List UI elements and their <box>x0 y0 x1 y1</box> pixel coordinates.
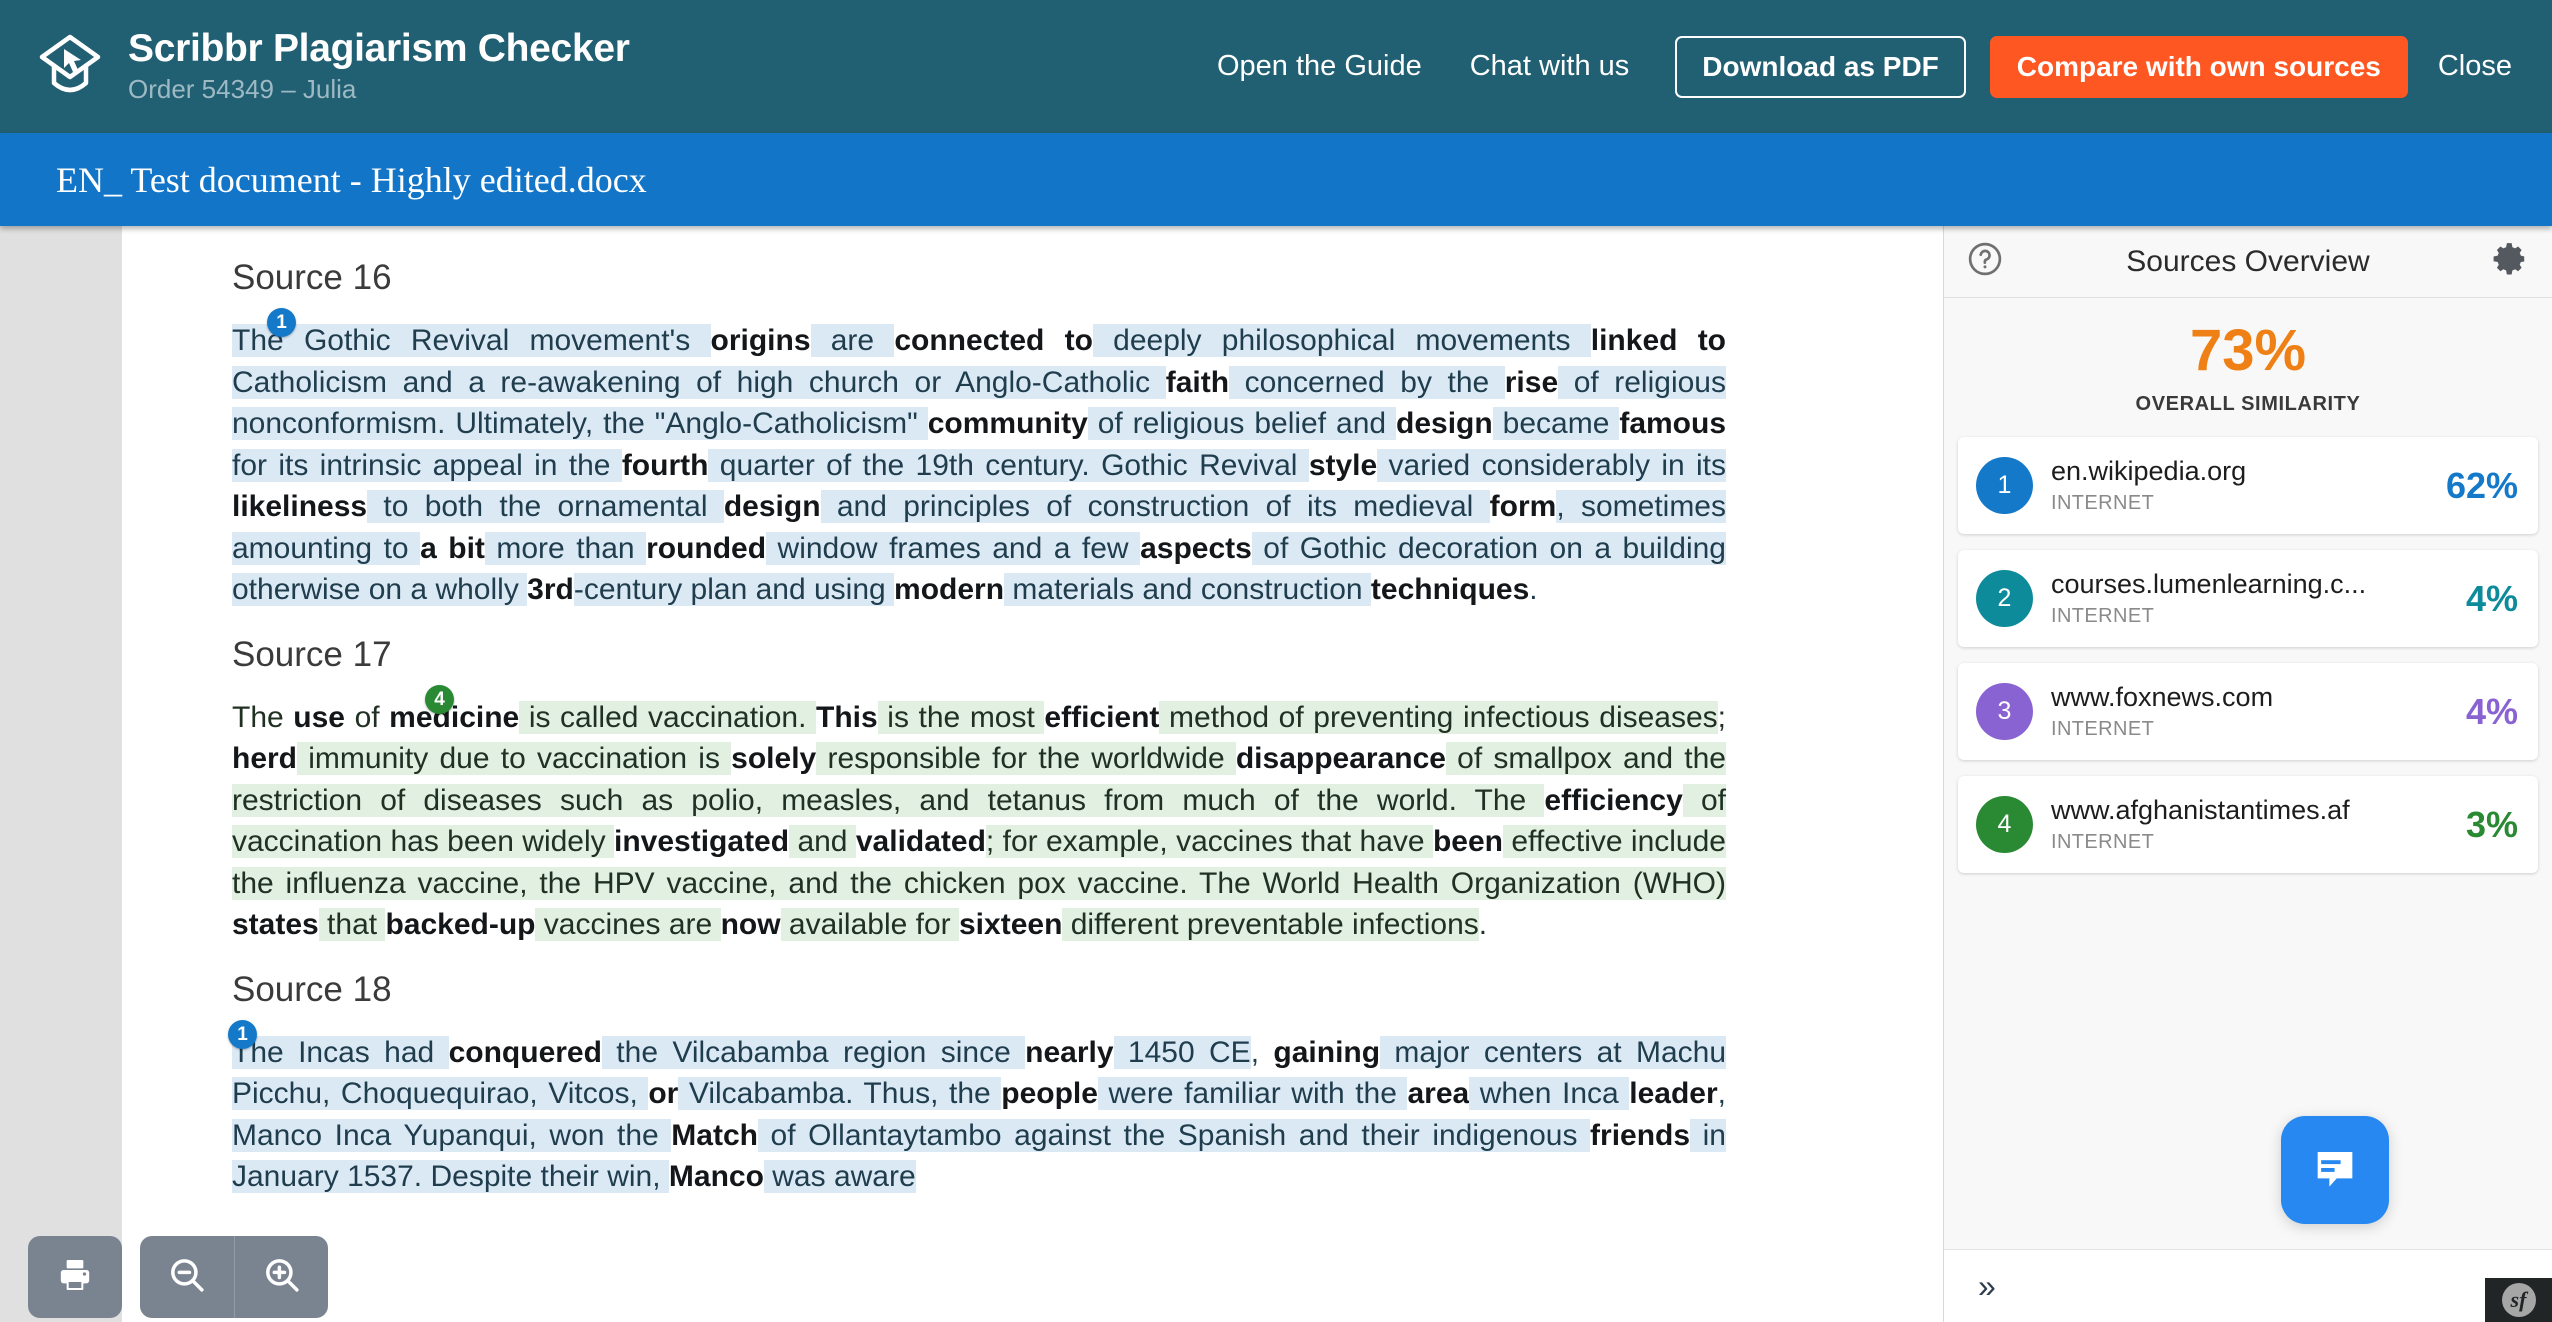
source-index-badge: 2 <box>1976 570 2033 627</box>
document-filename: EN_ Test document - Highly edited.docx <box>56 159 647 200</box>
source-heading-18: Source 18 <box>232 969 392 1009</box>
source-type: INTERNET <box>2051 492 2155 515</box>
overall-similarity: 73% OVERALL SIMILARITY <box>1944 298 2552 426</box>
overall-similarity-label: OVERALL SIMILARITY <box>2135 393 2361 415</box>
chat-with-us-link[interactable]: Chat with us <box>1446 50 1654 83</box>
source-info: www.foxnews.com INTERNET <box>2051 682 2456 741</box>
source-index-badge: 1 <box>1976 457 2033 514</box>
sidebar-title: Sources Overview <box>2126 244 2370 278</box>
source-index-badge: 4 <box>1976 796 2033 853</box>
source-percent: 4% <box>2465 690 2518 732</box>
sources-sidebar: Sources Overview 73% OVERALL SIMILARITY … <box>1943 226 2552 1322</box>
symfony-debug-badge[interactable]: sf <box>2485 1278 2552 1322</box>
source-heading-16: Source 16 <box>232 258 392 297</box>
header-nav: Open the Guide Chat with us Download as … <box>1193 35 2552 98</box>
source-list-item[interactable]: 4 www.afghanistantimes.af INTERNET 3% <box>1958 776 2538 873</box>
symfony-logo-icon: sf <box>2501 1283 2536 1317</box>
zoom-controls <box>140 1236 328 1318</box>
zoom-in-button[interactable] <box>234 1236 328 1318</box>
source-percent: 62% <box>2445 464 2518 506</box>
compare-own-sources-button[interactable]: Compare with own sources <box>1989 35 2408 98</box>
app-title: Scribbr Plagiarism Checker <box>128 27 630 71</box>
sources-list: 1 en.wikipedia.org INTERNET 62% 2 course… <box>1944 426 2552 873</box>
document-left-gutter <box>0 226 122 1322</box>
sidebar-header: Sources Overview <box>1944 226 2552 298</box>
source-url: en.wikipedia.org <box>2051 455 2247 486</box>
app-header: Scribbr Plagiarism Checker Order 54349 –… <box>0 0 2552 133</box>
zoom-in-icon <box>261 1254 303 1301</box>
overall-similarity-value: 73% <box>2189 318 2307 383</box>
source-heading-17: Source 17 <box>232 634 392 674</box>
expand-sidebar-button[interactable]: » <box>1944 1249 2552 1322</box>
source-url: www.afghanistantimes.af <box>2051 794 2350 825</box>
double-chevron-right-icon: » <box>1978 1267 1996 1304</box>
zoom-out-button[interactable] <box>140 1236 234 1318</box>
source-list-item[interactable]: 1 en.wikipedia.org INTERNET 62% <box>1958 437 2538 534</box>
source-info: en.wikipedia.org INTERNET <box>2051 456 2436 515</box>
source-url: courses.lumenlearning.c... <box>2051 568 2367 599</box>
source-type: INTERNET <box>2051 831 2155 854</box>
source-type: INTERNET <box>2051 718 2155 741</box>
close-button[interactable]: Close <box>2408 50 2522 83</box>
source-index-badge: 3 <box>1976 683 2033 740</box>
source-paragraph-18: 1 The Incas had conquered the Vilcabamba … <box>228 1019 1727 1198</box>
download-pdf-button[interactable]: Download as PDF <box>1675 35 1966 98</box>
graduation-cap-cursor-logo-icon <box>34 31 106 103</box>
inline-source-badge[interactable]: 4 <box>425 684 454 714</box>
open-guide-link[interactable]: Open the Guide <box>1193 50 1446 83</box>
source-percent: 3% <box>2465 803 2518 845</box>
document-filename-bar: EN_ Test document - Highly edited.docx <box>0 133 2552 226</box>
order-subtitle: Order 54349 – Julia <box>128 74 357 105</box>
source-percent: 4% <box>2465 577 2518 619</box>
printer-icon <box>55 1255 95 1300</box>
source-info: www.afghanistantimes.af INTERNET <box>2051 795 2456 854</box>
inline-source-badge[interactable]: 1 <box>228 1019 257 1049</box>
document-viewer[interactable]: Source 16 1 The Gothic Revival movement's… <box>122 226 1824 1322</box>
inline-source-badge[interactable]: 1 <box>267 308 296 337</box>
source-url: www.foxnews.com <box>2051 681 2274 712</box>
document-page: Source 16 1 The Gothic Revival movement's… <box>122 226 1824 1198</box>
source-list-item[interactable]: 3 www.foxnews.com INTERNET 4% <box>1958 663 2538 760</box>
workspace: Source 16 1 The Gothic Revival movement's… <box>0 226 2552 1322</box>
help-circle-icon[interactable] <box>1966 240 2004 283</box>
source-info: courses.lumenlearning.c... INTERNET <box>2051 569 2456 628</box>
source-type: INTERNET <box>2051 605 2155 628</box>
chat-bubble-icon <box>2309 1142 2361 1199</box>
source-paragraph-17: 4 The use of medicine is called vaccinati… <box>232 684 1726 946</box>
gear-icon[interactable] <box>2492 240 2530 283</box>
brand: Scribbr Plagiarism Checker Order 54349 –… <box>0 27 630 105</box>
chat-widget-button[interactable] <box>2281 1116 2389 1224</box>
print-button[interactable] <box>28 1236 122 1318</box>
source-list-item[interactable]: 2 courses.lumenlearning.c... INTERNET 4% <box>1958 550 2538 647</box>
source-paragraph-16: 1 The Gothic Revival movement's origins a… <box>232 308 1727 611</box>
zoom-out-icon <box>166 1254 208 1301</box>
